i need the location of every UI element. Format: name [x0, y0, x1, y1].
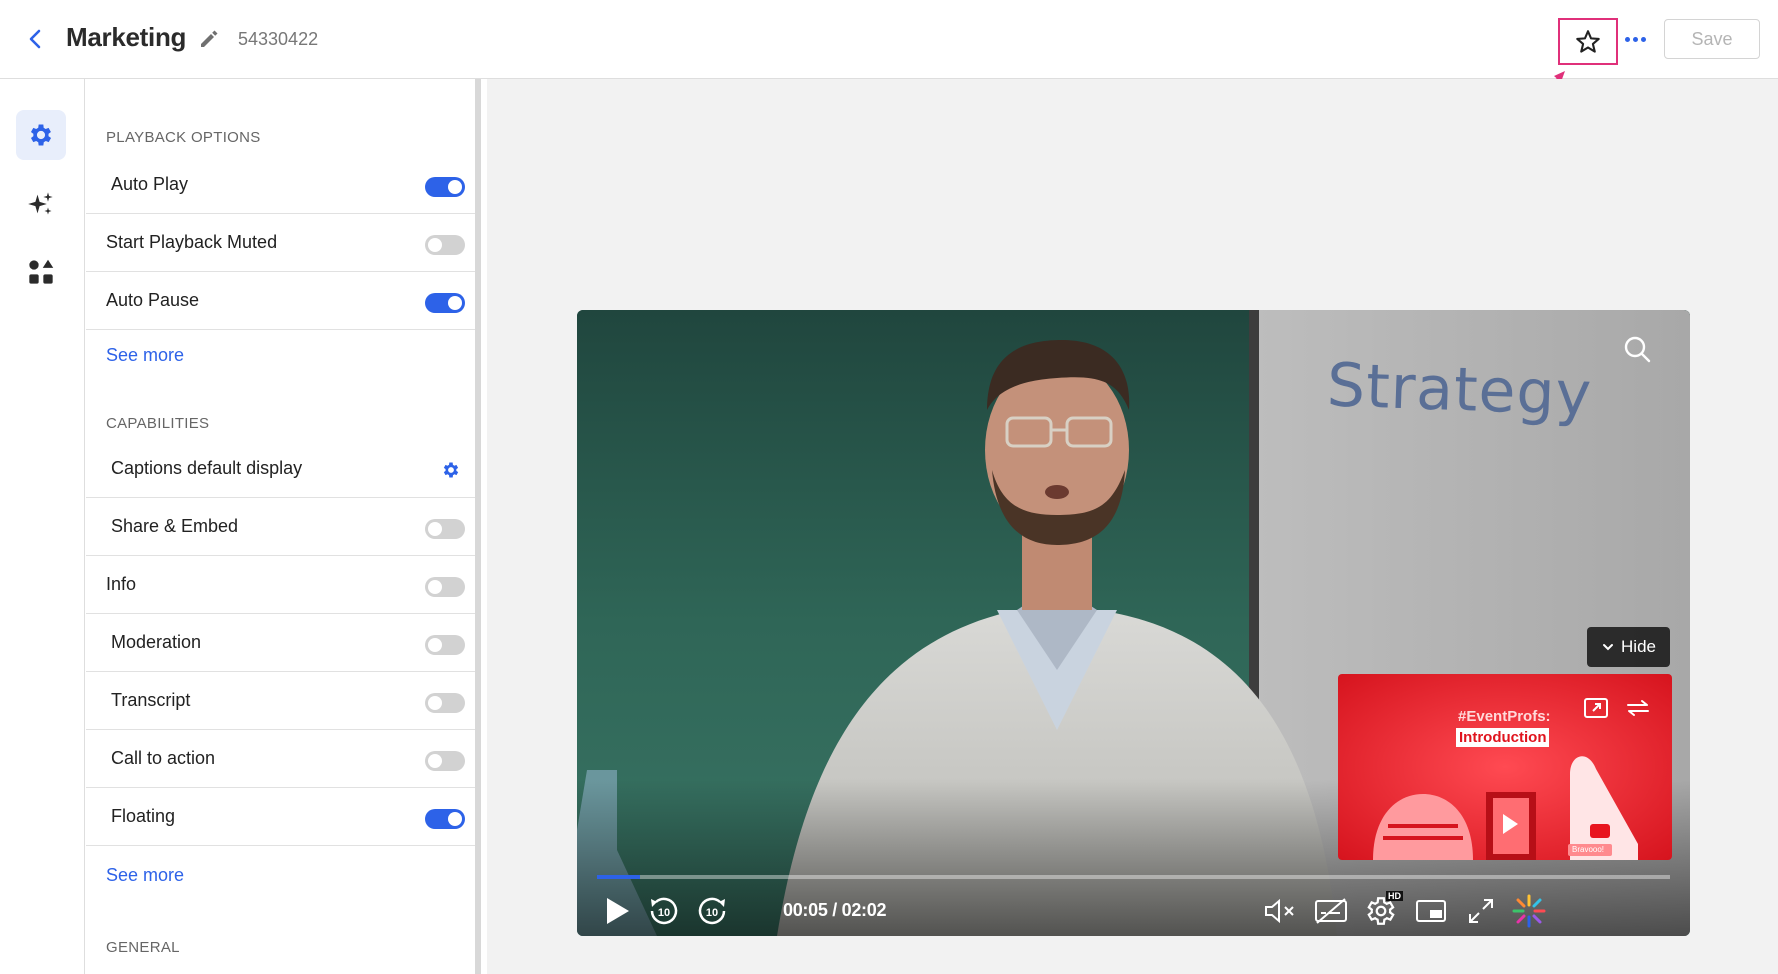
preview-area: Strategy Hide #EventProfs: Introduction …: [487, 79, 1778, 974]
setting-label: Auto Play: [111, 174, 189, 194]
floating-subtitle: Introduction: [1456, 728, 1550, 747]
section-title-capabilities: CAPABILITIES: [106, 415, 210, 432]
edit-pencil-icon[interactable]: [198, 28, 220, 50]
save-button[interactable]: Save: [1664, 19, 1760, 59]
floating-toggle[interactable]: [425, 809, 465, 829]
captions-settings-gear-icon[interactable]: [441, 460, 461, 480]
rail-widgets[interactable]: [16, 247, 66, 297]
quality-settings-button[interactable]: HD: [1361, 891, 1403, 929]
fullscreen-icon: [1469, 899, 1493, 923]
sparkle-logo-icon: [1512, 894, 1546, 928]
hide-label: Hide: [1621, 637, 1656, 656]
section-title-general: GENERAL: [106, 939, 180, 956]
setting-row-floating[interactable]: Floating: [86, 788, 475, 846]
setting-label: Floating: [111, 806, 176, 826]
forward-10-icon: 10: [698, 897, 726, 925]
rail-ai-tools[interactable]: [16, 179, 66, 229]
chevron-down-icon: [1603, 644, 1614, 651]
play-button[interactable]: [599, 893, 635, 929]
setting-row-info[interactable]: Info: [86, 556, 475, 614]
mute-button[interactable]: [1261, 893, 1301, 929]
info-toggle[interactable]: [425, 577, 465, 597]
hd-badge: HD: [1386, 891, 1403, 901]
muted-speaker-icon: [1265, 898, 1294, 924]
setting-label: Start Playback Muted: [106, 232, 278, 252]
favorite-highlight-box[interactable]: [1558, 18, 1618, 65]
setting-label: Captions default display: [111, 458, 303, 478]
floating-badge-text: Bravooo!: [1572, 845, 1605, 854]
settings-panel: PLAYBACK OPTIONS Auto Play Start Playbac…: [86, 79, 481, 974]
auto-pause-toggle[interactable]: [425, 293, 465, 313]
setting-row-auto-play[interactable]: Auto Play: [86, 156, 475, 214]
floating-video-window[interactable]: #EventProfs: Introduction Bravooo!: [1338, 674, 1672, 860]
setting-label: Call to action: [111, 748, 216, 768]
time-display: 00:05 / 02:02: [783, 900, 887, 920]
brand-logo-button[interactable]: [1509, 893, 1549, 929]
whiteboard-text: Strategy: [1325, 350, 1594, 430]
picture-in-picture-button[interactable]: [1411, 893, 1451, 929]
hide-floating-button[interactable]: Hide: [1587, 627, 1670, 667]
page-title: Marketing: [66, 22, 187, 52]
setting-label: Auto Pause: [106, 290, 200, 310]
setting-label: Info: [106, 574, 137, 594]
setting-row-auto-pause[interactable]: Auto Pause: [86, 272, 475, 330]
svg-text:10: 10: [658, 907, 670, 919]
setting-row-share-embed[interactable]: Share & Embed: [86, 498, 475, 556]
video-player[interactable]: Strategy Hide #EventProfs: Introduction …: [577, 310, 1690, 936]
start-muted-toggle[interactable]: [425, 235, 465, 255]
progress-fill: [597, 875, 640, 879]
gear-icon: [30, 124, 52, 146]
forward-10-button[interactable]: 10: [693, 893, 731, 929]
setting-row-start-muted[interactable]: Start Playback Muted: [86, 214, 475, 272]
captions-off-icon: [1315, 898, 1347, 924]
captions-off-button[interactable]: [1311, 893, 1351, 929]
left-rail: [0, 79, 85, 974]
rewind-10-button[interactable]: 10: [645, 893, 683, 929]
floating-video-thumbnail: [1338, 674, 1672, 860]
star-icon[interactable]: [1574, 28, 1602, 56]
video-id: 54330422: [238, 29, 319, 49]
setting-row-call-to-action[interactable]: Call to action: [86, 730, 475, 788]
moderation-toggle[interactable]: [425, 635, 465, 655]
setting-label: Share & Embed: [111, 516, 239, 536]
transcript-toggle[interactable]: [425, 693, 465, 713]
search-icon[interactable]: [1622, 334, 1652, 364]
open-external-icon[interactable]: [1582, 696, 1610, 720]
section-title-playback: PLAYBACK OPTIONS: [106, 129, 261, 146]
setting-row-transcript[interactable]: Transcript: [86, 672, 475, 730]
back-arrow-icon[interactable]: [24, 26, 48, 52]
setting-label: Moderation: [111, 632, 202, 652]
progress-bar[interactable]: [597, 875, 1670, 879]
floating-title: #EventProfs:: [1458, 708, 1551, 725]
see-more-link-playback[interactable]: See more: [106, 345, 184, 366]
widgets-icon: [29, 259, 54, 284]
share-embed-toggle[interactable]: [425, 519, 465, 539]
setting-row-moderation[interactable]: Moderation: [86, 614, 475, 672]
auto-play-toggle[interactable]: [425, 177, 465, 197]
svg-text:10: 10: [706, 907, 718, 919]
swap-position-icon[interactable]: [1624, 696, 1652, 720]
call-to-action-toggle[interactable]: [425, 751, 465, 771]
play-icon: [607, 898, 629, 924]
pip-icon: [1416, 900, 1446, 922]
fullscreen-button[interactable]: [1461, 893, 1501, 929]
setting-row-captions[interactable]: Captions default display: [86, 440, 475, 498]
see-more-link-capabilities[interactable]: See more: [106, 865, 184, 886]
rail-settings[interactable]: [16, 110, 66, 160]
setting-label: Transcript: [111, 690, 191, 710]
more-options-icon[interactable]: [1622, 26, 1648, 52]
rewind-10-icon: 10: [650, 897, 678, 925]
sparkles-icon: [28, 192, 53, 215]
